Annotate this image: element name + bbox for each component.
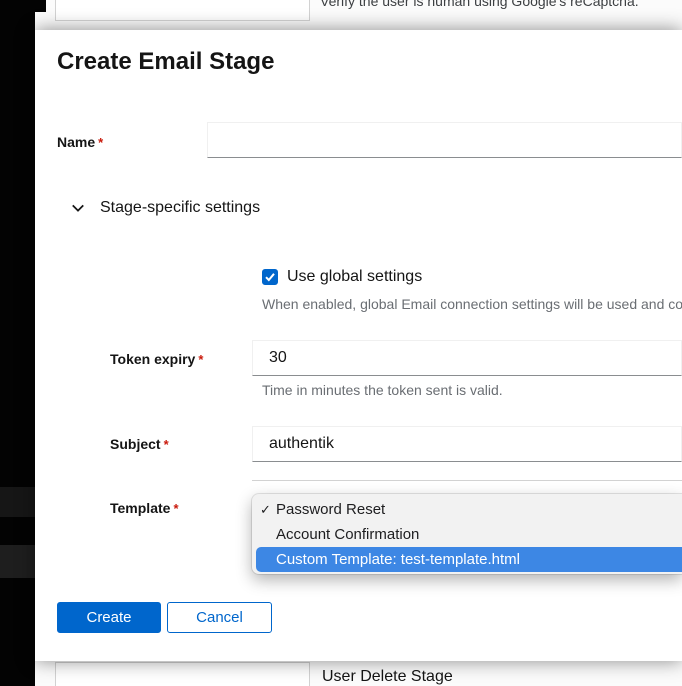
background-page-bottom: User Delete Stage [0, 661, 682, 686]
template-label-text: Template [110, 500, 170, 516]
cancel-button[interactable]: Cancel [167, 602, 272, 633]
dropdown-option-label: Account Confirmation [276, 526, 419, 543]
recaptcha-help-text: Verify the user is human using Google's … [320, 0, 639, 9]
user-delete-stage-text: User Delete Stage [322, 668, 453, 686]
use-global-settings-help: When enabled, global Email connection se… [262, 296, 682, 312]
dropdown-option-label: Password Reset [276, 501, 385, 518]
check-icon [264, 271, 276, 283]
sidebar [0, 0, 35, 686]
required-asterisk: * [173, 501, 178, 516]
token-expiry-label-text: Token expiry [110, 351, 195, 367]
required-asterisk: * [164, 437, 169, 452]
use-global-settings-checkbox[interactable] [262, 269, 278, 285]
page-header-edge [35, 0, 46, 12]
checkmark-icon: ✓ [260, 502, 274, 518]
create-email-stage-modal: Create Email Stage Name* Stage-specific … [35, 30, 682, 661]
chevron-down-icon [71, 201, 85, 215]
use-global-settings-row: Use global settings [262, 268, 422, 286]
sidebar-item-shadow [0, 545, 35, 578]
subject-label: Subject* [110, 436, 169, 452]
name-input[interactable] [207, 122, 682, 158]
token-expiry-label: Token expiry* [110, 351, 203, 367]
screen: Verify the user is human using Google's … [0, 0, 682, 686]
required-asterisk: * [98, 135, 103, 150]
token-expiry-help: Time in minutes the token sent is valid. [262, 382, 682, 398]
template-label: Template* [110, 500, 179, 516]
modal-title: Create Email Stage [57, 48, 274, 76]
template-dropdown-menu: ✓ Password Reset Account Confirmation Cu… [252, 494, 682, 574]
subject-input[interactable] [252, 426, 682, 462]
create-button[interactable]: Create [57, 602, 161, 633]
dropdown-option-custom-template[interactable]: Custom Template: test-template.html [256, 547, 682, 572]
required-asterisk: * [198, 352, 203, 367]
token-expiry-input[interactable] [252, 340, 682, 376]
background-card-edge-bottom [55, 662, 310, 686]
background-card-edge-top [55, 0, 310, 21]
sidebar-item-shadow [0, 487, 35, 517]
use-global-settings-label[interactable]: Use global settings [287, 268, 422, 286]
template-select-edge [252, 480, 682, 481]
dropdown-option-label: Custom Template: test-template.html [276, 551, 520, 568]
background-page-top: Verify the user is human using Google's … [0, 0, 682, 30]
name-label: Name* [57, 134, 103, 150]
dropdown-option-password-reset[interactable]: ✓ Password Reset [252, 497, 682, 522]
name-label-text: Name [57, 134, 95, 150]
section-toggle-stage-specific-settings[interactable]: Stage-specific settings [71, 199, 260, 217]
dropdown-option-account-confirmation[interactable]: Account Confirmation [252, 522, 682, 547]
subject-label-text: Subject [110, 436, 161, 452]
section-toggle-label: Stage-specific settings [100, 199, 260, 217]
